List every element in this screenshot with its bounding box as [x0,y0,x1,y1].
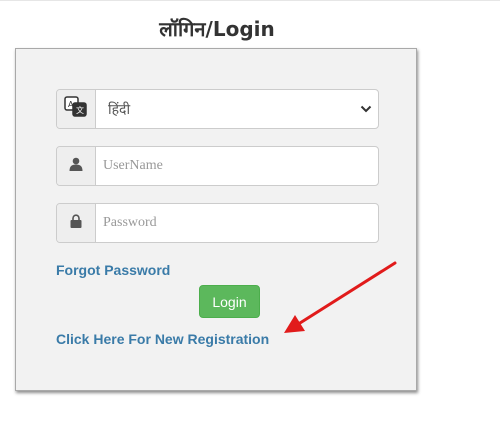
svg-text:A: A [68,100,74,109]
password-addon [57,204,96,242]
user-icon [69,157,83,176]
username-placeholder: UserName [103,158,163,173]
username-input[interactable]: UserName [96,147,378,185]
username-addon [57,147,96,185]
password-placeholder: Password [103,215,157,230]
svg-text:文: 文 [76,105,84,115]
new-registration-link[interactable]: Click Here For New Registration [56,331,269,347]
language-select-group[interactable]: A 文 हिंदी [56,89,379,129]
password-input[interactable]: Password [96,204,378,242]
language-addon: A 文 [57,90,96,128]
top-divider [0,0,500,1]
language-select[interactable]: हिंदी [96,90,378,128]
page-title: लॉगिन/Login [159,17,275,41]
login-panel: A 文 हिंदी UserName Password Forgot Passw… [15,48,417,391]
password-group[interactable]: Password [56,203,379,243]
lock-icon [70,213,82,233]
forgot-password-link[interactable]: Forgot Password [56,262,170,278]
username-group[interactable]: UserName [56,146,379,186]
login-button[interactable]: Login [199,285,260,318]
language-icon: A 文 [64,95,88,123]
chevron-down-icon [360,104,372,114]
language-selected-value: हिंदी [108,101,131,118]
